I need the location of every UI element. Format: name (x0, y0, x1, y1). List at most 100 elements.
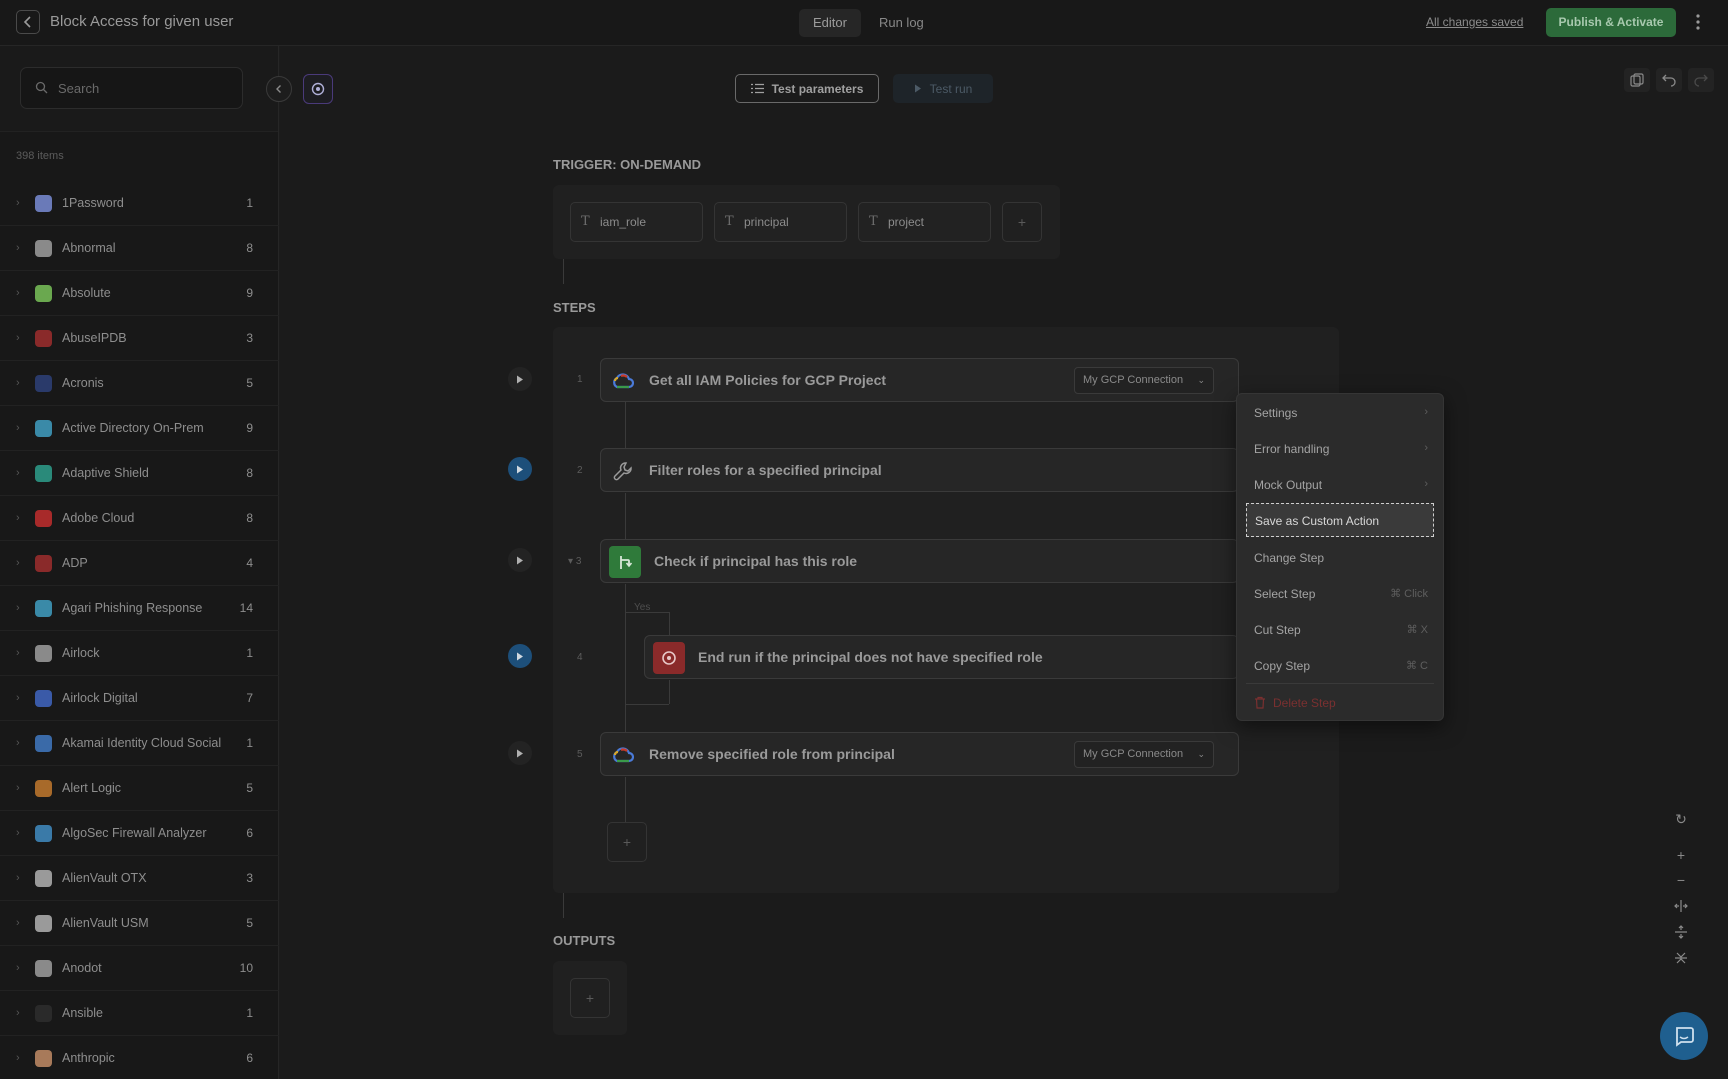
chevron-right-icon[interactable]: › (16, 422, 20, 434)
tab-run-log[interactable]: Run log (865, 9, 938, 37)
integration-count: 1 (246, 196, 253, 210)
menu-item-select-step[interactable]: Select Step ⌘ Click (1246, 577, 1434, 611)
integration-item[interactable]: › Acronis 5 (0, 361, 279, 406)
run-step-button[interactable] (508, 741, 532, 765)
copy-workflow-button[interactable] (1624, 68, 1650, 92)
add-output-button[interactable]: + (570, 978, 610, 1018)
integration-item[interactable]: › Airlock 1 (0, 631, 279, 676)
save-status-link[interactable]: All changes saved (1426, 15, 1523, 29)
plus-icon: + (1017, 214, 1027, 230)
integration-name: AbuseIPDB (62, 331, 127, 345)
param-chip[interactable]: T project (858, 202, 991, 242)
integration-item[interactable]: › Ansible 1 (0, 991, 279, 1036)
menu-item-settings[interactable]: Settings › (1246, 396, 1434, 430)
chevron-right-icon[interactable]: › (16, 242, 20, 254)
param-chip[interactable]: T principal (714, 202, 847, 242)
integration-name: 1Password (62, 196, 124, 210)
chat-support-button[interactable] (1660, 1012, 1708, 1060)
chevron-right-icon[interactable]: › (16, 377, 20, 389)
collapse-caret-icon[interactable]: ▾ (568, 556, 573, 567)
param-chip[interactable]: T iam_role (570, 202, 703, 242)
integration-item[interactable]: › Akamai Identity Cloud Social 1 (0, 721, 279, 766)
chevron-right-icon[interactable]: › (16, 332, 20, 344)
chevron-right-icon[interactable]: › (16, 512, 20, 524)
chevron-right-icon[interactable]: › (16, 197, 20, 209)
menu-item-copy-step[interactable]: Copy Step ⌘ C (1246, 649, 1434, 683)
chevron-right-icon[interactable]: › (16, 962, 20, 974)
connection-select[interactable]: My GCP Connection ⌄ (1074, 367, 1214, 394)
run-step-button[interactable] (508, 644, 532, 668)
collapse-sidebar-button[interactable] (266, 76, 292, 102)
integration-item[interactable]: › Adaptive Shield 8 (0, 451, 279, 496)
integration-item[interactable]: › AbuseIPDB 3 (0, 316, 279, 361)
integration-item[interactable]: › Agari Phishing Response 14 (0, 586, 279, 631)
search-input[interactable]: Search (20, 67, 243, 109)
zoom-out-button[interactable]: − (1668, 869, 1694, 891)
integration-item[interactable]: › Active Directory On-Prem 9 (0, 406, 279, 451)
publish-activate-button[interactable]: Publish & Activate (1546, 8, 1676, 37)
chevron-right-icon[interactable]: › (16, 647, 20, 659)
run-step-button[interactable] (508, 457, 532, 481)
integration-count: 14 (239, 601, 253, 615)
reset-view-button[interactable]: ↻ (1668, 808, 1694, 830)
add-step-button[interactable]: + (607, 822, 647, 862)
chevron-right-icon[interactable]: › (16, 467, 20, 479)
text-type-icon: T (581, 214, 590, 229)
integration-item[interactable]: › Anthropic 6 (0, 1036, 279, 1079)
abuseipdb-icon (35, 330, 52, 347)
chevron-right-icon[interactable]: › (16, 557, 20, 569)
chevron-right-icon[interactable]: › (16, 1007, 20, 1019)
step-card[interactable]: End run if the principal does not have s… (644, 635, 1239, 679)
undo-button[interactable] (1656, 68, 1682, 92)
menu-item-cut-step[interactable]: Cut Step ⌘ X (1246, 613, 1434, 647)
integration-item[interactable]: › AlgoSec Firewall Analyzer 6 (0, 811, 279, 856)
integration-item[interactable]: › Airlock Digital 7 (0, 676, 279, 721)
test-parameters-button[interactable]: Test parameters (735, 74, 879, 103)
chevron-right-icon[interactable]: › (16, 1052, 20, 1064)
fit-width-button[interactable] (1668, 895, 1694, 917)
run-step-button[interactable] (508, 367, 532, 391)
integration-item[interactable]: › Absolute 9 (0, 271, 279, 316)
step-card[interactable]: Remove specified role from principal My … (600, 732, 1239, 776)
tab-editor[interactable]: Editor (799, 9, 861, 37)
integration-item[interactable]: › Anodot 10 (0, 946, 279, 991)
test-run-button[interactable]: Test run (893, 74, 993, 103)
step-card[interactable]: Get all IAM Policies for GCP Project My … (600, 358, 1239, 402)
integration-item[interactable]: › Adobe Cloud 8 (0, 496, 279, 541)
integration-item[interactable]: › 1Password 1 (0, 181, 279, 226)
chevron-right-icon[interactable]: › (16, 602, 20, 614)
chevron-right-icon[interactable]: › (16, 827, 20, 839)
chevron-right-icon[interactable]: › (16, 782, 20, 794)
back-button[interactable] (16, 10, 40, 34)
anodot-icon (35, 960, 52, 977)
step-card[interactable]: Check if principal has this role (600, 539, 1239, 583)
menu-item-change-step[interactable]: Change Step (1246, 541, 1434, 575)
integration-item[interactable]: › Abnormal 8 (0, 226, 279, 271)
chevron-right-icon[interactable]: › (16, 737, 20, 749)
adobe-cloud-icon (35, 510, 52, 527)
menu-item-save-as-custom-action[interactable]: Save as Custom Action (1246, 503, 1434, 537)
integration-item[interactable]: › ADP 4 (0, 541, 279, 586)
chevron-right-icon[interactable]: › (16, 287, 20, 299)
zoom-in-button[interactable]: + (1668, 844, 1694, 866)
connection-select[interactable]: My GCP Connection ⌄ (1074, 741, 1214, 768)
fit-height-button[interactable] (1668, 921, 1694, 943)
chevron-right-icon[interactable]: › (16, 917, 20, 929)
integration-item[interactable]: › AlienVault USM 5 (0, 901, 279, 946)
menu-item-error-handling[interactable]: Error handling › (1246, 432, 1434, 466)
redo-button[interactable] (1688, 68, 1714, 92)
menu-item-mock-output[interactable]: Mock Output › (1246, 468, 1434, 502)
collapse-all-button[interactable] (1668, 947, 1694, 969)
step-card[interactable]: Filter roles for a specified principal (600, 448, 1239, 492)
add-param-button[interactable]: + (1002, 202, 1042, 242)
chevron-right-icon[interactable]: › (16, 872, 20, 884)
more-menu-icon[interactable] (1692, 12, 1704, 32)
integration-item[interactable]: › AlienVault OTX 3 (0, 856, 279, 901)
ansible-icon (35, 1005, 52, 1022)
integration-item[interactable]: › Alert Logic 5 (0, 766, 279, 811)
run-step-button[interactable] (508, 548, 532, 572)
chevron-right-icon[interactable]: › (16, 692, 20, 704)
menu-item-delete-step[interactable]: Delete Step (1246, 686, 1434, 720)
ai-assistant-button[interactable] (303, 74, 333, 104)
integration-count: 1 (246, 736, 253, 750)
